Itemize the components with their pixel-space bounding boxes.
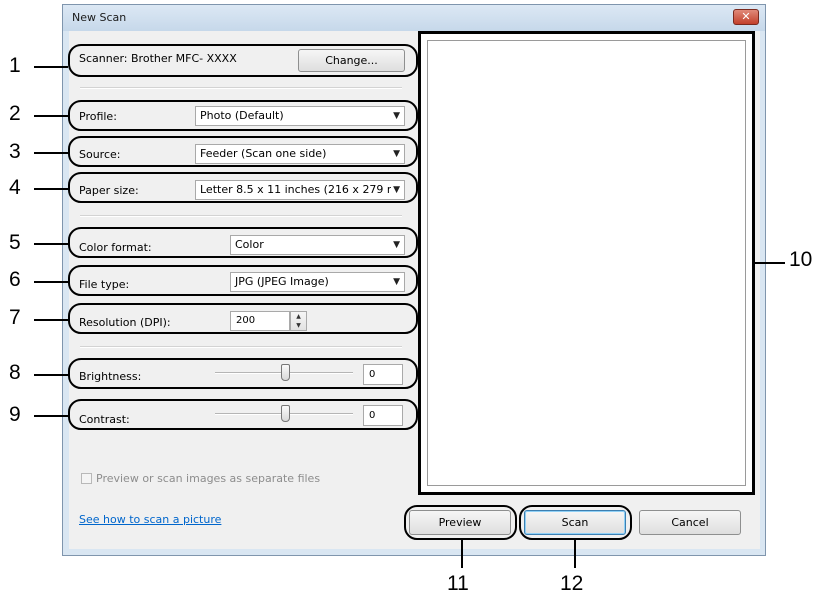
title-bar[interactable] [63, 5, 765, 31]
separate-files-label: Preview or scan images as separate files [96, 472, 321, 485]
callout-number-4: 4 [9, 176, 21, 199]
callout-outline-9 [68, 399, 418, 430]
close-icon: ✕ [741, 10, 751, 23]
separate-files-checkbox[interactable] [81, 473, 92, 484]
callout-outline-6 [68, 265, 418, 296]
callout-number-11: 11 [447, 572, 469, 595]
callout-number-1: 1 [9, 54, 21, 77]
callout-leader-7 [34, 319, 68, 321]
callout-number-3: 3 [9, 140, 21, 163]
close-button[interactable]: ✕ [733, 9, 759, 25]
callout-leader-3 [34, 152, 68, 154]
cancel-button[interactable]: Cancel [639, 510, 741, 535]
callout-leader-10 [755, 262, 785, 264]
callout-leader-11 [461, 540, 463, 568]
callout-leader-2 [34, 115, 68, 117]
callout-leader-1 [34, 66, 68, 68]
callout-leader-8 [34, 374, 68, 376]
callout-number-7: 7 [9, 306, 21, 329]
divider [80, 215, 402, 217]
callout-leader-4 [34, 188, 68, 190]
callout-number-2: 2 [9, 102, 21, 125]
preview-area [427, 40, 746, 486]
callout-outline-3 [68, 136, 418, 167]
callout-number-10: 10 [789, 248, 813, 271]
callout-number-12: 12 [560, 572, 584, 595]
callout-outline-5 [68, 227, 418, 258]
callout-outline-2 [68, 100, 418, 131]
callout-outline-1 [68, 44, 418, 77]
callout-outline-4 [68, 172, 418, 203]
callout-number-5: 5 [9, 231, 21, 254]
divider [80, 87, 402, 89]
callout-leader-6 [34, 281, 68, 283]
callout-outline-11 [404, 505, 517, 540]
callout-number-6: 6 [9, 268, 21, 291]
callout-number-9: 9 [9, 403, 21, 426]
callout-outline-7 [68, 303, 418, 334]
divider [80, 346, 402, 348]
callout-number-8: 8 [9, 361, 21, 384]
help-link[interactable]: See how to scan a picture [79, 513, 221, 526]
callout-leader-5 [34, 243, 68, 245]
callout-outline-12 [519, 505, 632, 540]
window-title: New Scan [72, 11, 127, 24]
callout-leader-12 [574, 540, 576, 568]
callout-outline-8 [68, 358, 418, 389]
callout-leader-9 [34, 415, 68, 417]
